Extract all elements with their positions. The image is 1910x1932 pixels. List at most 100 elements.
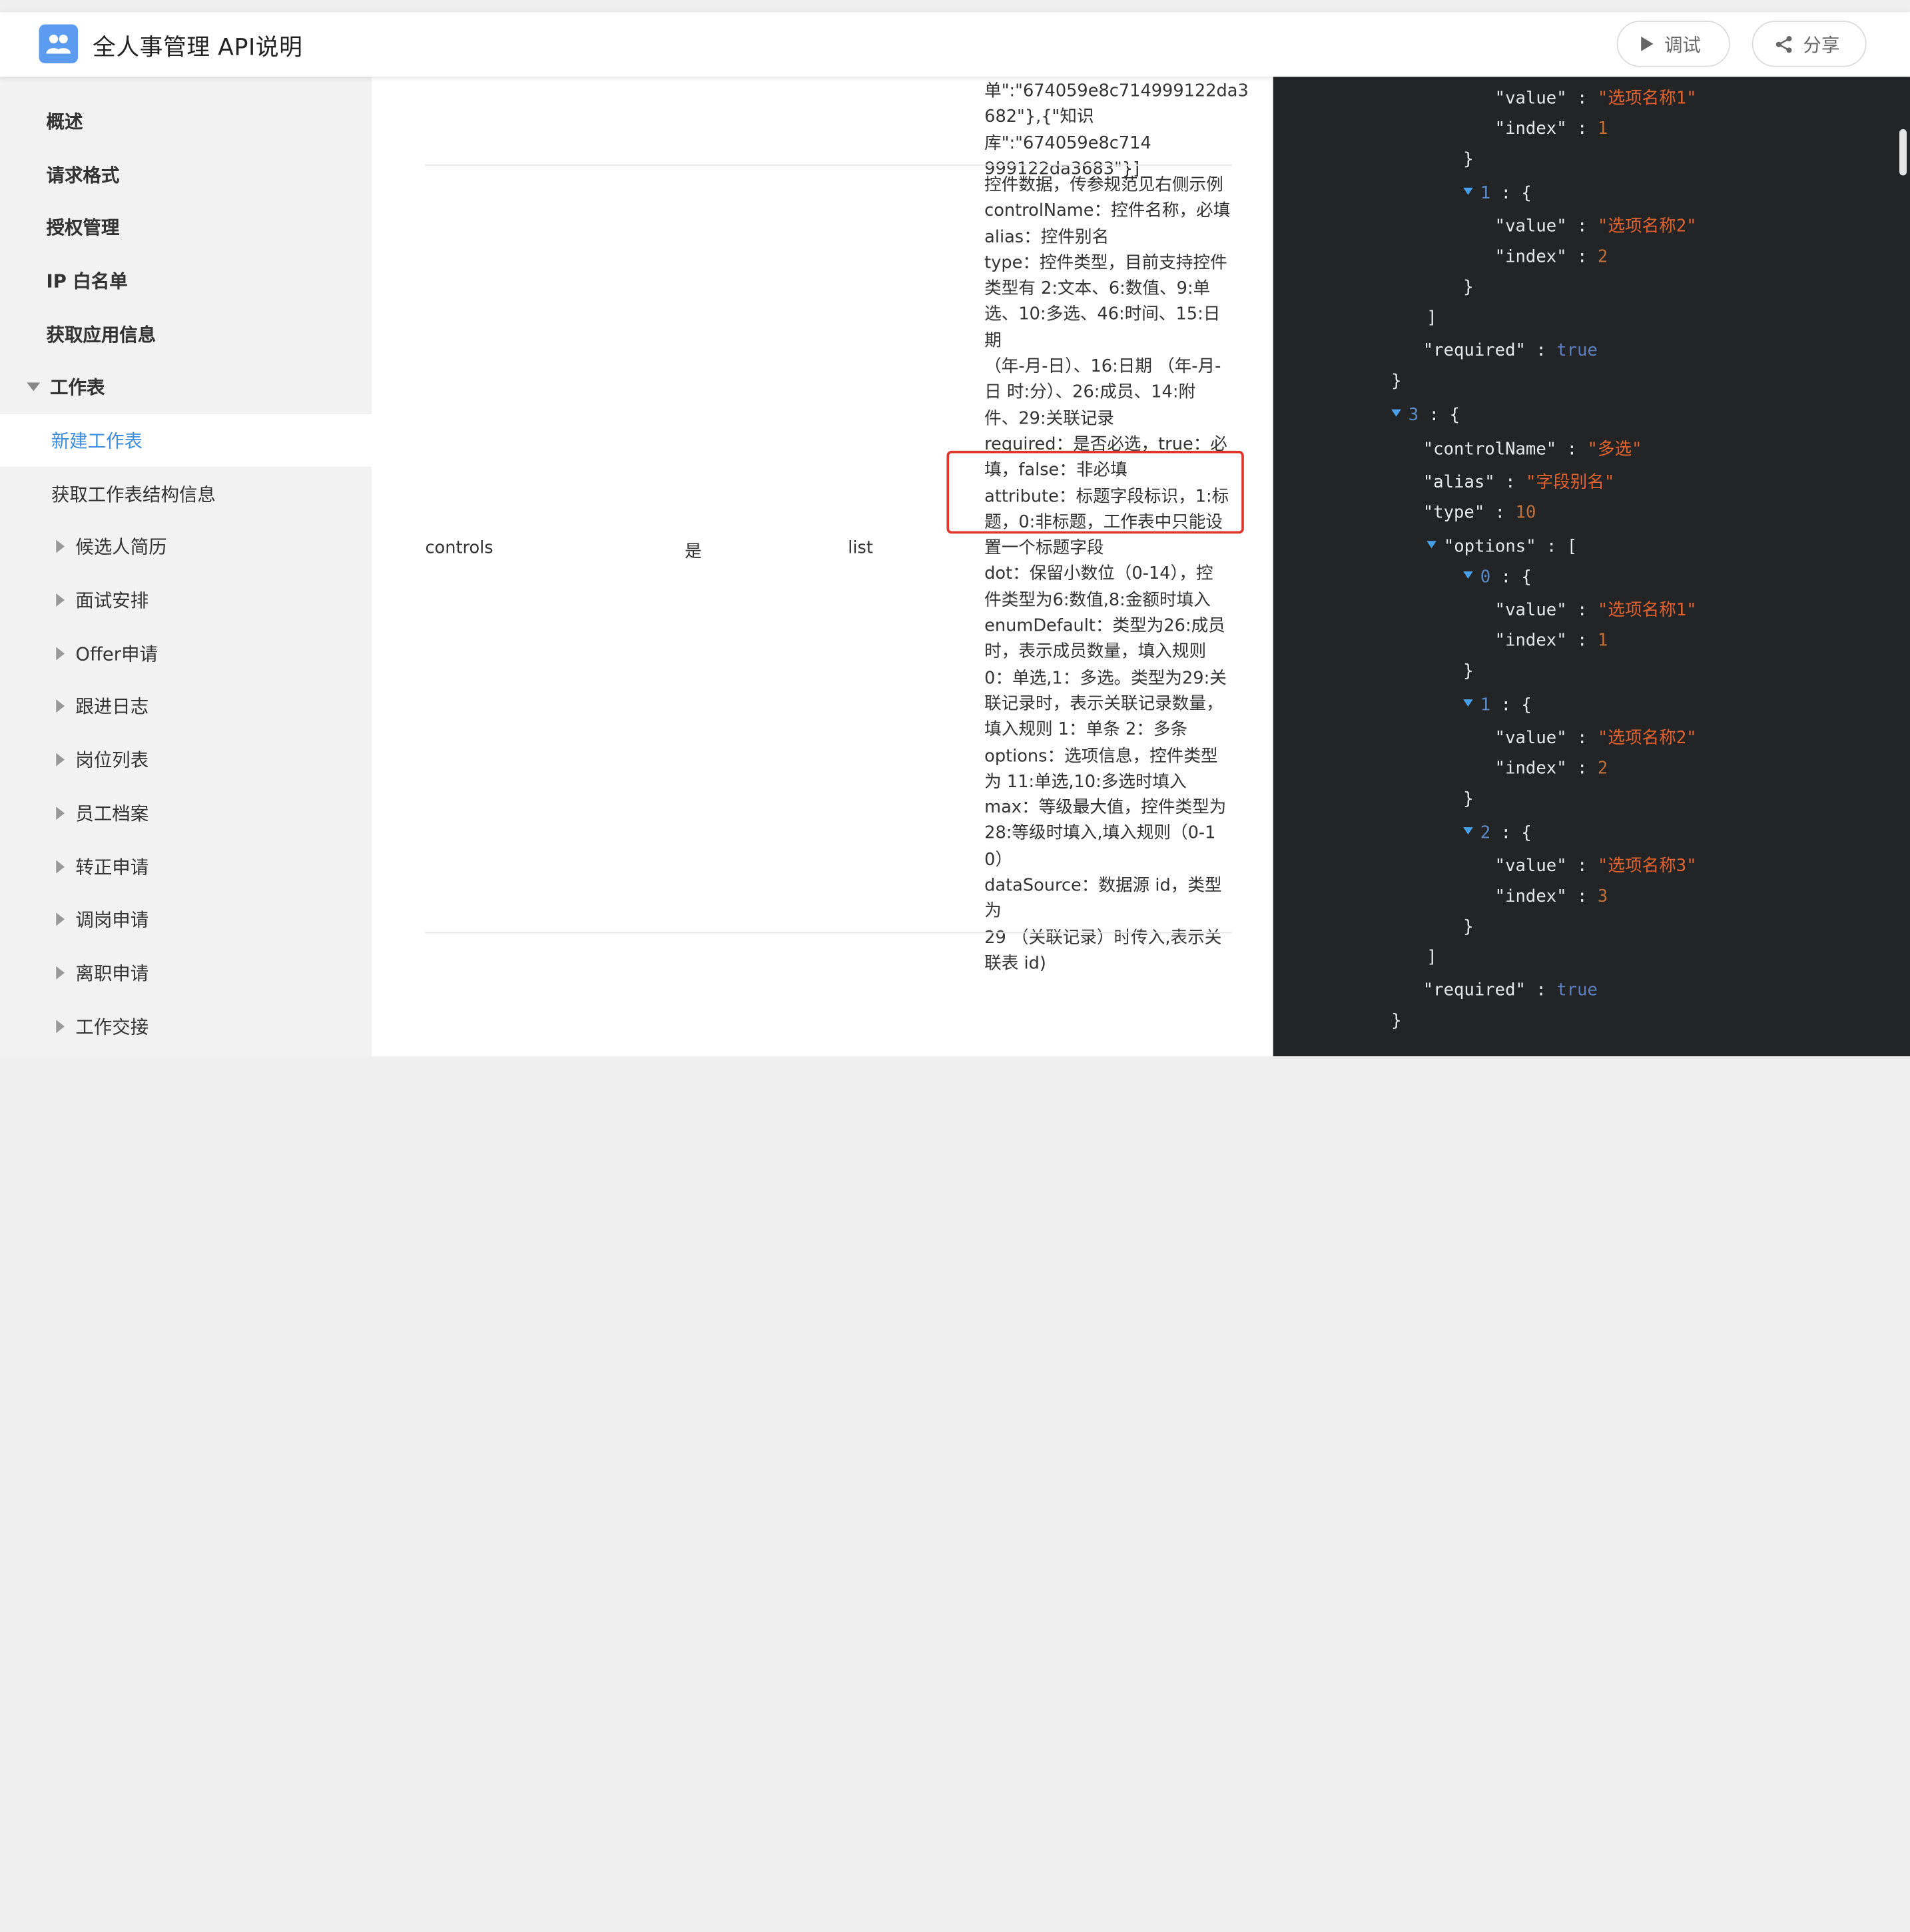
app-title: 全人事管理 API说明 xyxy=(93,34,303,61)
sidebar-item-label: 授权管理 xyxy=(46,216,120,239)
json-line: } xyxy=(1463,789,1474,809)
description-line: enumDefault：类型为26:成员 xyxy=(984,616,1225,637)
json-line: 1 : { xyxy=(1463,184,1532,204)
sidebar-item-label: 面试安排 xyxy=(75,589,149,612)
caret-right-icon xyxy=(56,966,65,980)
json-line: ] xyxy=(1427,308,1437,328)
caret-right-icon xyxy=(56,1020,65,1034)
json-line: "index" : 1 xyxy=(1494,119,1608,139)
json-line: "value" : "选项名称3" xyxy=(1494,856,1697,876)
row-divider xyxy=(425,932,1232,934)
sidebar-item-offer[interactable]: Offer申请 xyxy=(0,627,372,680)
sidebar-item-regularization[interactable]: 转正申请 xyxy=(0,840,372,893)
description-line: 填入规则 1：单条 2：多条 xyxy=(984,720,1188,740)
description-line: 0：单选,1：多选。类型为29:关 xyxy=(984,668,1227,688)
caret-right-icon xyxy=(56,860,65,874)
collapse-toggle-icon[interactable] xyxy=(1427,541,1436,549)
description-line: 单":"674059e8c714999122da3 xyxy=(984,81,1249,101)
caret-right-icon xyxy=(56,647,65,661)
sidebar-item-resignation[interactable]: 离职申请 xyxy=(0,946,372,999)
caret-right-icon xyxy=(56,753,65,767)
sidebar-item-handover[interactable]: 工作交接 xyxy=(0,1000,372,1053)
json-line: "type" : 10 xyxy=(1423,503,1536,523)
sidebar-item-transfer[interactable]: 调岗申请 xyxy=(0,893,372,946)
description-line: （年-月-日）、16:日期 （年-月- xyxy=(984,357,1221,377)
highlight-annotation-box xyxy=(946,450,1244,534)
sidebar-item-label: 获取应用信息 xyxy=(46,324,157,346)
collapse-toggle-icon[interactable] xyxy=(1463,699,1473,707)
json-line: "value" : "选项名称2" xyxy=(1494,216,1697,236)
sidebar-item-request-format[interactable]: 请求格式 xyxy=(0,149,372,201)
description-line: alias：控件别名 xyxy=(984,227,1110,247)
description-line: 为 11:单选,10:多选时填入 xyxy=(984,772,1187,792)
sidebar-item-label: 工作交接 xyxy=(75,1016,149,1038)
sidebar-item-label: 请求格式 xyxy=(46,164,120,186)
collapse-toggle-icon[interactable] xyxy=(1463,827,1473,835)
description-line: controlName：控件名称，必填 xyxy=(984,201,1231,221)
sidebar-item-label: IP 白名单 xyxy=(46,270,128,293)
sidebar-item-app-info[interactable]: 获取应用信息 xyxy=(0,308,372,361)
sidebar-item-worksheet[interactable]: 工作表 xyxy=(0,361,372,414)
sidebar-item-positions[interactable]: 岗位列表 xyxy=(0,733,372,786)
json-line: } xyxy=(1463,150,1474,170)
json-line: 1 : { xyxy=(1463,696,1532,715)
sidebar-item-candidate-resume[interactable]: 候选人简历 xyxy=(0,520,372,573)
sidebar-item-employee-files[interactable]: 员工档案 xyxy=(0,787,372,840)
sidebar-item-label: 获取工作表结构信息 xyxy=(51,483,216,506)
param-name: controls xyxy=(425,538,493,558)
sidebar: 概述 请求格式 授权管理 IP 白名单 获取应用信息 工作表 新建工作表 获取工… xyxy=(0,77,372,1057)
caret-right-icon xyxy=(56,593,65,607)
json-line: } xyxy=(1463,661,1474,681)
sidebar-item-ip-whitelist[interactable]: IP 白名单 xyxy=(0,254,372,307)
collapse-toggle-icon[interactable] xyxy=(1463,187,1473,195)
param-table: 单":"674059e8c714999122da3 682"},{"知识库":"… xyxy=(371,77,1273,1057)
description-line: 682"},{"知识库":"674059e8c714 xyxy=(984,107,1151,153)
sidebar-item-label: 离职申请 xyxy=(75,962,149,985)
param-required: 是 xyxy=(685,542,702,562)
share-button-label: 分享 xyxy=(1803,33,1840,56)
caret-right-icon xyxy=(56,912,65,926)
description-line: 28:等级时填入,填入规则（0-1 xyxy=(984,824,1216,844)
share-button[interactable]: 分享 xyxy=(1751,21,1867,67)
collapse-toggle-icon[interactable] xyxy=(1391,409,1401,417)
sidebar-item-interview[interactable]: 面试安排 xyxy=(0,574,372,627)
debug-button-label: 调试 xyxy=(1664,33,1701,56)
json-line: } xyxy=(1391,371,1402,392)
description-line: 日 时:分）、26:成员、14:附 xyxy=(984,383,1196,403)
sidebar-item-label: 新建工作表 xyxy=(51,430,143,452)
description-line: 0） xyxy=(984,850,1013,870)
sidebar-item-worksheet-structure[interactable]: 获取工作表结构信息 xyxy=(0,468,372,520)
json-line: } xyxy=(1463,278,1474,298)
sidebar-item-followup-log[interactable]: 跟进日志 xyxy=(0,680,372,733)
description-line: 时，表示成员数量，填入规则 xyxy=(984,642,1207,662)
sidebar-item-label: 概述 xyxy=(46,111,83,133)
json-line: 2 : { xyxy=(1463,824,1532,843)
json-line: } xyxy=(1391,1011,1402,1031)
sidebar-item-auth[interactable]: 授权管理 xyxy=(0,201,372,254)
sidebar-item-overview[interactable]: 概述 xyxy=(0,95,372,148)
description-line: dataSource：数据源 id，类型为 xyxy=(984,876,1222,922)
description-line: options：选项信息，控件类型 xyxy=(984,746,1218,766)
json-line: ] xyxy=(1427,948,1437,968)
debug-button[interactable]: 调试 xyxy=(1616,21,1730,67)
caret-down-icon xyxy=(27,382,41,391)
description-line: 件、29:关联记录 xyxy=(984,409,1115,429)
caret-right-icon xyxy=(56,539,65,553)
code-panel-scrollbar[interactable] xyxy=(1899,129,1907,176)
description-line: 置一个标题字段 xyxy=(984,538,1104,559)
prev-row-description: 单":"674059e8c714999122da3 682"},{"知识库":"… xyxy=(984,79,1249,183)
sidebar-item-label: 候选人简历 xyxy=(75,535,167,558)
sidebar-item-label: Offer申请 xyxy=(75,643,158,665)
json-line: "index" : 3 xyxy=(1494,886,1608,907)
json-line: 3 : { xyxy=(1391,406,1460,425)
code-example-panel: "value" : "选项名称1" "index" : 1 } 1 : { "v… xyxy=(1273,77,1910,1057)
row-divider xyxy=(425,164,1232,166)
sidebar-item-new-worksheet[interactable]: 新建工作表 xyxy=(0,414,372,467)
json-line: 0 : { xyxy=(1463,568,1532,587)
caret-right-icon xyxy=(56,699,65,713)
param-type: list xyxy=(848,538,873,558)
json-line: "controlName" : "多选" xyxy=(1423,440,1642,460)
sidebar-item-label: 岗位列表 xyxy=(75,749,149,772)
collapse-toggle-icon[interactable] xyxy=(1463,571,1473,579)
sidebar-item-label: 转正申请 xyxy=(75,856,149,878)
